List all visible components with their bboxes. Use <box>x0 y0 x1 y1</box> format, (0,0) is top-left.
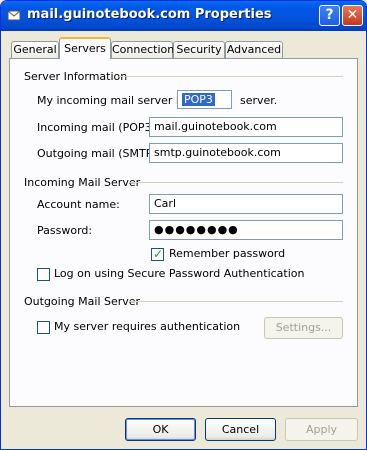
server-information-group-label: Server Information <box>24 70 128 83</box>
outgoing-mail-label: Outgoing mail (SMTP): <box>37 147 161 160</box>
close-button[interactable]: ✕ <box>342 5 363 26</box>
account-name-label: Account name: <box>37 198 120 211</box>
incoming-mail-label: Incoming mail (POP3): <box>37 121 160 134</box>
cancel-button[interactable]: Cancel <box>205 418 276 441</box>
group-divider <box>129 182 343 183</box>
tab-connection[interactable]: Connection <box>111 41 174 58</box>
secure-password-auth-checkbox[interactable] <box>37 268 50 281</box>
tab-general[interactable]: General <box>11 41 59 58</box>
secure-password-auth-label[interactable]: Log on using Secure Password Authenticat… <box>54 267 305 280</box>
outgoing-mail-field[interactable]: smtp.guinotebook.com <box>149 143 343 163</box>
checkmark-icon: ✓ <box>153 247 164 261</box>
incoming-mail-field[interactable]: mail.guinotebook.com <box>149 117 343 137</box>
remember-password-label[interactable]: Remember password <box>169 247 285 260</box>
server-requires-auth-label[interactable]: My server requires authentication <box>54 320 240 333</box>
outgoing-mail-server-group-label: Outgoing Mail Server <box>24 295 141 308</box>
properties-dialog: mail.guinotebook.com Properties ? ✕ Gene… <box>0 0 367 450</box>
incoming-server-type-suffix: server. <box>240 94 278 107</box>
tab-advanced[interactable]: Advanced <box>225 41 283 58</box>
ok-button[interactable]: OK <box>125 418 196 441</box>
account-name-field[interactable]: Carl <box>149 194 343 214</box>
mail-account-icon <box>7 10 21 21</box>
tab-servers[interactable]: Servers <box>59 37 111 59</box>
close-icon: ✕ <box>346 7 359 23</box>
group-divider <box>129 301 343 302</box>
server-requires-auth-checkbox[interactable] <box>37 321 50 334</box>
help-button[interactable]: ? <box>319 5 340 26</box>
window-title: mail.guinotebook.com Properties <box>27 7 272 22</box>
tab-security[interactable]: Security <box>173 41 225 58</box>
password-field[interactable]: ●●●●●●●● <box>149 220 343 240</box>
remember-password-checkbox[interactable]: ✓ <box>151 247 164 261</box>
apply-button[interactable]: Apply <box>285 418 358 441</box>
incoming-mail-server-group-label: Incoming Mail Server <box>24 176 141 189</box>
help-icon: ? <box>325 7 334 23</box>
group-divider <box>119 76 343 77</box>
password-label: Password: <box>37 224 93 237</box>
title-bar[interactable]: mail.guinotebook.com Properties ? ✕ <box>1 1 366 31</box>
incoming-server-type-field: POP3 <box>177 90 232 109</box>
settings-button[interactable]: Settings... <box>264 317 343 339</box>
incoming-server-type-value: POP3 <box>182 93 215 106</box>
incoming-server-type-prefix: My incoming mail server is a <box>37 94 195 107</box>
